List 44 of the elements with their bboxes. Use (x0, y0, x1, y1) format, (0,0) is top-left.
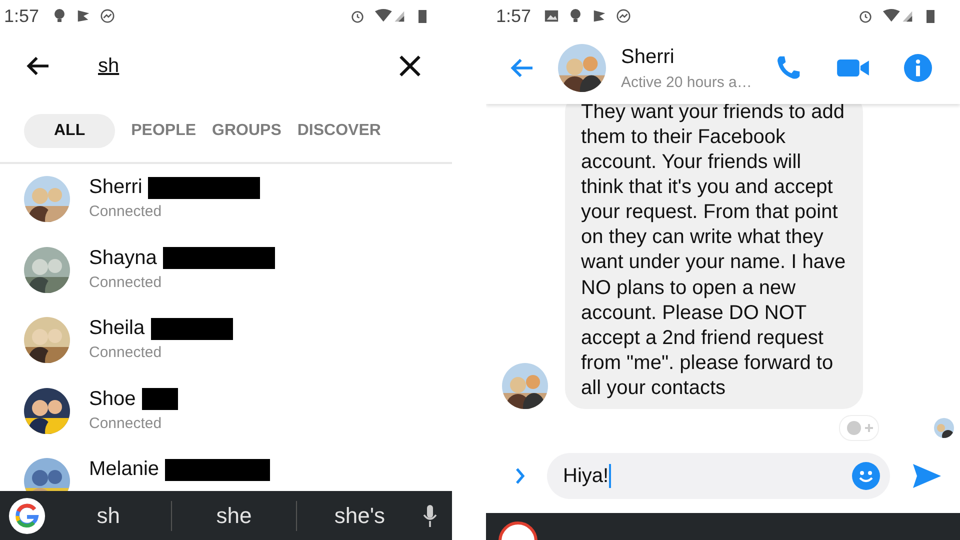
status-time: 1:57 (496, 6, 532, 26)
send-icon[interactable] (912, 463, 942, 489)
contact-name: Sherri (621, 46, 676, 68)
contact-name: Sherri (89, 176, 142, 199)
flag-icon (76, 8, 92, 24)
contact-result[interactable]: Shayna Connected (0, 236, 452, 307)
g-logo-icon[interactable] (8, 496, 46, 534)
message-input[interactable]: Hiya! (547, 453, 890, 499)
emoji-icon[interactable] (852, 462, 880, 490)
messenger-icon (100, 8, 116, 24)
word-suggestion[interactable]: sh (46, 502, 171, 528)
bulb-icon (568, 8, 584, 24)
bulb-icon (52, 8, 68, 24)
contact-name: Shoe (89, 388, 136, 410)
status-time: 1:57 (4, 6, 40, 26)
active-status: Active 20 hours a… (621, 74, 753, 90)
alarm-icon (858, 8, 873, 24)
contact-name: Melanie (89, 458, 160, 481)
filter-tab[interactable]: PEOPLE (131, 114, 196, 148)
contact-result[interactable]: Sheila Connected (0, 307, 452, 378)
contact-name: Shayna (89, 246, 157, 270)
connection-status: Connected (89, 203, 163, 220)
redaction-bar (142, 388, 178, 410)
flag-icon (592, 8, 608, 24)
messenger-icon (616, 8, 632, 24)
search-field[interactable]: sh (98, 54, 396, 78)
connection-status: Connected (89, 274, 163, 290)
alarm-icon (350, 8, 365, 24)
contact-result[interactable]: Sherri Connected (0, 166, 452, 236)
image-icon (544, 8, 560, 24)
connection-status: Connected (89, 414, 163, 432)
word-suggestion[interactable]: she's (297, 502, 422, 528)
filter-tab[interactable]: ALL (24, 114, 116, 148)
connection-status: Connected (89, 344, 163, 361)
contact-name: Sheila (89, 317, 145, 340)
contact-result[interactable]: Shoe Connected (0, 378, 452, 448)
expand-chevron-icon[interactable] (514, 466, 526, 486)
signal-icon (882, 8, 914, 24)
filter-tab[interactable]: DISCOVER (297, 114, 381, 148)
word-suggestion[interactable]: she (172, 502, 296, 528)
microphone-icon[interactable] (422, 504, 438, 528)
signal-icon (374, 8, 406, 24)
filter-tab[interactable]: GROUPS (212, 114, 282, 148)
info-icon[interactable] (904, 54, 932, 82)
